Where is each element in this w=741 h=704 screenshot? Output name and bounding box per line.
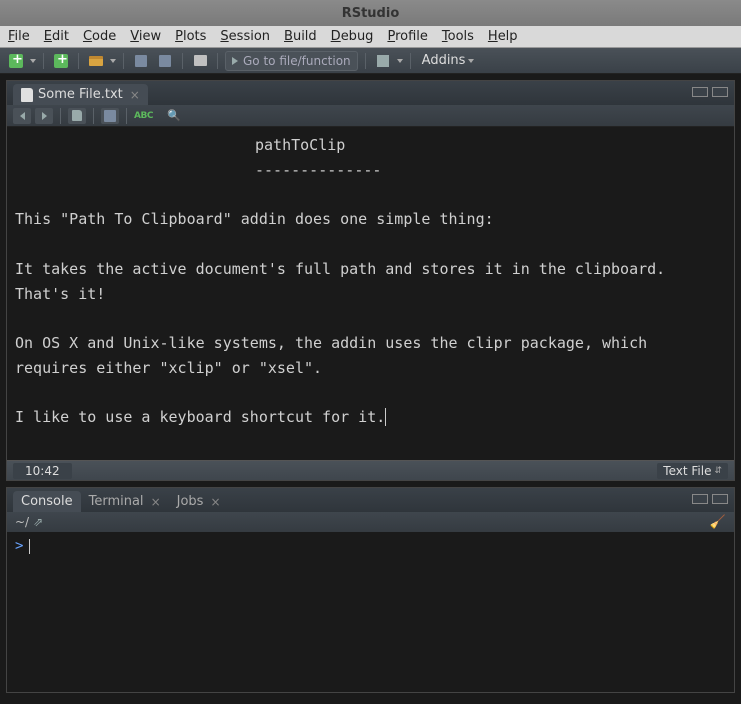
separator bbox=[93, 108, 94, 124]
new-file-caret[interactable] bbox=[30, 59, 36, 63]
addins-menu[interactable]: Addins bbox=[422, 53, 475, 68]
clear-console-button[interactable]: 🧹 bbox=[710, 515, 726, 530]
goto-placeholder: Go to file/function bbox=[243, 54, 351, 68]
menu-profile[interactable]: Profile bbox=[387, 29, 427, 44]
open-caret[interactable] bbox=[110, 59, 116, 63]
text-line: I like to use a keyboard shortcut for it… bbox=[15, 408, 385, 426]
menu-bar: File Edit Code View Plots Session Build … bbox=[0, 26, 741, 48]
close-icon[interactable]: × bbox=[151, 495, 161, 509]
tab-label: Jobs bbox=[177, 494, 204, 509]
cursor-position[interactable]: 10:42 bbox=[13, 463, 72, 479]
working-dir[interactable]: ~/ bbox=[15, 515, 29, 529]
file-type-selector[interactable]: Text File ⇵ bbox=[657, 463, 728, 479]
editor-toolbar: ABC 🔍 bbox=[7, 105, 734, 127]
console-tab-bar: Console Terminal × Jobs × bbox=[7, 488, 734, 512]
menu-tools[interactable]: Tools bbox=[442, 29, 474, 44]
tab-jobs[interactable]: Jobs × bbox=[169, 491, 229, 512]
separator bbox=[60, 108, 61, 124]
menu-edit[interactable]: Edit bbox=[44, 29, 69, 44]
editor-tab[interactable]: Some File.txt × bbox=[13, 84, 148, 105]
save-button[interactable] bbox=[131, 52, 151, 70]
tab-label: Console bbox=[21, 494, 73, 509]
tab-label: Some File.txt bbox=[38, 87, 123, 102]
print-icon bbox=[194, 55, 207, 66]
source-pane: Some File.txt × ABC 🔍 pathToClip--------… bbox=[6, 80, 735, 481]
popout-icon bbox=[72, 110, 82, 121]
grid-caret[interactable] bbox=[397, 59, 403, 63]
tab-terminal[interactable]: Terminal × bbox=[81, 491, 169, 512]
window-title: RStudio bbox=[342, 6, 400, 21]
close-icon[interactable]: × bbox=[130, 88, 140, 102]
grid-icon bbox=[377, 55, 389, 67]
new-project-button[interactable] bbox=[51, 52, 71, 70]
triangle-left-icon bbox=[20, 112, 25, 120]
arrow-right-icon bbox=[232, 57, 238, 65]
triangle-right-icon bbox=[42, 112, 47, 120]
separator bbox=[126, 108, 127, 124]
menu-help[interactable]: Help bbox=[488, 29, 518, 44]
text-line: -------------- bbox=[15, 158, 726, 183]
separator bbox=[365, 53, 366, 69]
share-icon[interactable]: ⇗ bbox=[33, 515, 43, 529]
disk-icon bbox=[104, 110, 116, 122]
text-line: It takes the active document's full path… bbox=[15, 260, 674, 303]
text-cursor bbox=[385, 408, 386, 426]
menu-session[interactable]: Session bbox=[220, 29, 270, 44]
text-line: This "Path To Clipboard" addin does one … bbox=[15, 210, 494, 228]
tab-console[interactable]: Console bbox=[13, 491, 81, 512]
window-titlebar: RStudio bbox=[0, 0, 741, 26]
console-path-bar: ~/ ⇗ 🧹 bbox=[7, 512, 734, 532]
open-file-button[interactable] bbox=[86, 52, 106, 70]
folder-icon bbox=[89, 56, 103, 66]
nav-forward-button[interactable] bbox=[35, 108, 53, 124]
menu-build[interactable]: Build bbox=[284, 29, 317, 44]
maximize-pane-button[interactable] bbox=[712, 87, 728, 97]
console-pane: Console Terminal × Jobs × ~/ ⇗ 🧹 > bbox=[6, 487, 735, 693]
menu-plots[interactable]: Plots bbox=[175, 29, 206, 44]
menu-code[interactable]: Code bbox=[83, 29, 116, 44]
plus-icon bbox=[9, 54, 23, 68]
updown-icon: ⇵ bbox=[714, 466, 722, 476]
minimize-pane-button[interactable] bbox=[692, 87, 708, 97]
disk-icon bbox=[159, 55, 171, 67]
print-button[interactable] bbox=[190, 52, 210, 70]
console-cursor bbox=[29, 539, 30, 554]
show-in-new-window-button[interactable] bbox=[68, 108, 86, 124]
spellcheck-button[interactable]: ABC bbox=[134, 111, 153, 121]
menu-view[interactable]: View bbox=[130, 29, 161, 44]
console-prompt: > bbox=[15, 538, 23, 554]
document-icon bbox=[21, 88, 33, 102]
editor-statusbar: 10:42 Text File ⇵ bbox=[7, 460, 734, 480]
disk-icon bbox=[135, 55, 147, 67]
console-body[interactable]: > bbox=[7, 532, 734, 692]
grid-button[interactable] bbox=[373, 52, 393, 70]
separator bbox=[78, 53, 79, 69]
menu-debug[interactable]: Debug bbox=[331, 29, 374, 44]
caret-down-icon bbox=[468, 59, 474, 63]
separator bbox=[182, 53, 183, 69]
find-replace-button[interactable]: 🔍 bbox=[167, 109, 181, 122]
goto-file-input[interactable]: Go to file/function bbox=[225, 51, 358, 71]
separator bbox=[217, 53, 218, 69]
editor-area[interactable]: pathToClip-------------- This "Path To C… bbox=[7, 127, 734, 460]
separator bbox=[43, 53, 44, 69]
separator bbox=[123, 53, 124, 69]
nav-back-button[interactable] bbox=[13, 108, 31, 124]
menu-file[interactable]: File bbox=[8, 29, 30, 44]
file-type-label: Text File bbox=[663, 464, 711, 478]
addins-label: Addins bbox=[422, 53, 466, 68]
minimize-pane-button[interactable] bbox=[692, 494, 708, 504]
new-file-button[interactable] bbox=[6, 52, 26, 70]
editor-tab-bar: Some File.txt × bbox=[7, 81, 734, 105]
save-all-button[interactable] bbox=[155, 52, 175, 70]
tab-label: Terminal bbox=[89, 494, 144, 509]
main-toolbar: Go to file/function Addins bbox=[0, 48, 741, 74]
close-icon[interactable]: × bbox=[210, 495, 220, 509]
plus-project-icon bbox=[54, 54, 68, 68]
save-doc-button[interactable] bbox=[101, 108, 119, 124]
separator bbox=[410, 53, 411, 69]
text-line: pathToClip bbox=[15, 133, 726, 158]
maximize-pane-button[interactable] bbox=[712, 494, 728, 504]
text-line: On OS X and Unix-like systems, the addin… bbox=[15, 334, 656, 377]
